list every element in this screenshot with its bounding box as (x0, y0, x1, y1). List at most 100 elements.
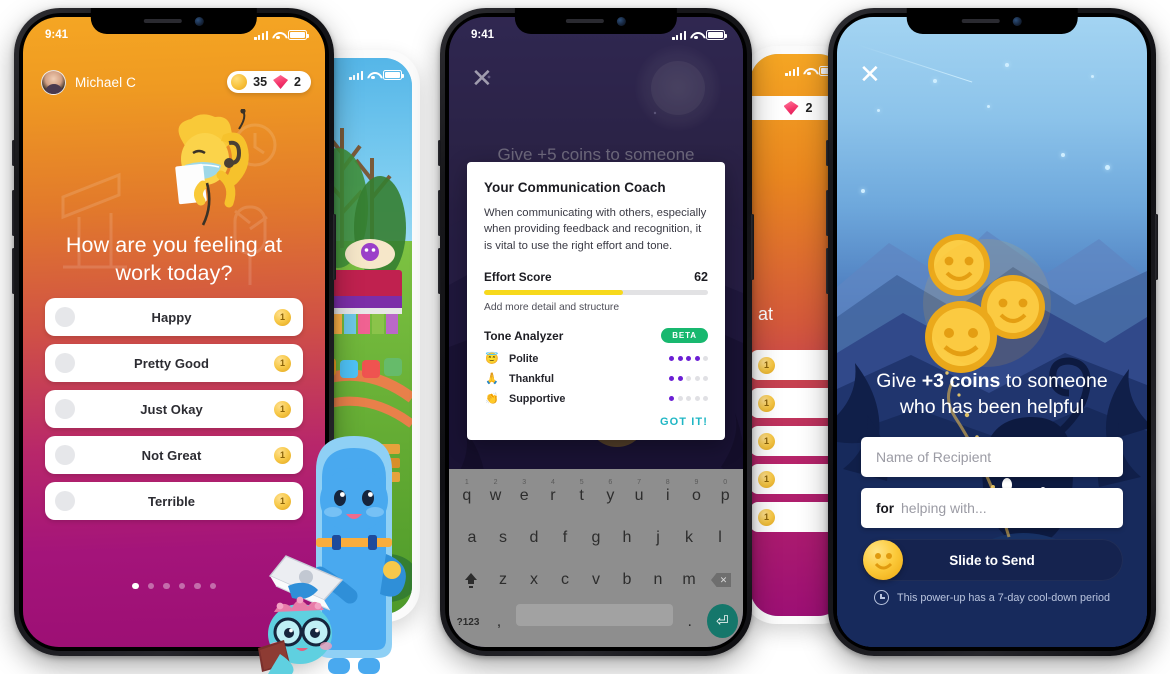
smiley-coin-icon[interactable] (863, 540, 903, 580)
key-j[interactable]: j (644, 520, 672, 556)
tone-rating-dots (669, 356, 708, 362)
key-r[interactable]: 4r (540, 478, 566, 514)
tone-name: Polite (509, 352, 539, 365)
key-f[interactable]: f (551, 520, 579, 556)
enter-key-icon[interactable]: ⏎ (706, 604, 738, 638)
avatar[interactable] (41, 69, 66, 95)
tone-rating-dots (669, 376, 708, 382)
volume-up-button[interactable] (438, 190, 441, 236)
on-screen-keyboard[interactable]: 1q 2w 3e 4r 5t 6y 7u 8i 9o 0p a s d f g (449, 469, 743, 647)
effort-score-value: 62 (694, 270, 708, 285)
mute-switch[interactable] (438, 140, 441, 166)
key-z[interactable]: z (489, 562, 517, 598)
power-button[interactable] (333, 214, 336, 280)
key-x[interactable]: x (520, 562, 548, 598)
volume-up-button[interactable] (12, 190, 15, 236)
keyboard-row-1: 1q 2w 3e 4r 5t 6y 7u 8i 9o 0p (454, 478, 738, 514)
battery-icon (383, 70, 405, 80)
got-it-button[interactable]: GOT IT! (484, 416, 708, 428)
key-b[interactable]: b (613, 562, 641, 598)
coin-reward-badge: 1 (274, 308, 291, 326)
phone-communication-coach: 9:41 ✕ Give +5 coins to someone 1q 2w 3e… (438, 8, 754, 656)
phone-notch (90, 8, 258, 34)
mute-switch[interactable] (12, 140, 15, 166)
key-t[interactable]: 5t (569, 478, 595, 514)
tone-row-thankful: 🙏 Thankful (484, 372, 708, 385)
volume-down-button[interactable] (826, 248, 829, 294)
volume-up-button[interactable] (826, 190, 829, 236)
volume-down-button[interactable] (12, 248, 15, 294)
status-badge: BETA (661, 328, 708, 344)
reason-field[interactable]: for helping with... (861, 488, 1123, 528)
key-q[interactable]: 1q (454, 478, 480, 514)
key-h[interactable]: h (613, 520, 641, 556)
communication-coach-dialog: Your Communication Coach When communicat… (467, 162, 725, 441)
key-d[interactable]: d (520, 520, 548, 556)
page-dot-4[interactable] (178, 582, 185, 589)
key-k[interactable]: k (675, 520, 703, 556)
page-dot-3[interactable] (163, 582, 170, 589)
coin-count: 35 (253, 75, 268, 89)
key-i[interactable]: 8i (655, 478, 681, 514)
key-w[interactable]: 2w (483, 478, 509, 514)
give-coins-form: Name of Recipient for helping with... Sl… (861, 437, 1123, 581)
page-dot-2[interactable] (147, 582, 154, 589)
symbols-key[interactable]: ?123 (454, 604, 482, 640)
key-s[interactable]: s (489, 520, 517, 556)
small-blue-mascot-with-glasses-icon (258, 596, 332, 674)
mood-label: Happy (151, 309, 192, 325)
front-camera (616, 16, 626, 26)
key-g[interactable]: g (582, 520, 610, 556)
cellular-bars-icon (349, 70, 363, 80)
key-e[interactable]: 3e (511, 478, 537, 514)
mood-option-just-okay[interactable]: Just Okay 1 (45, 390, 303, 428)
tone-name: Supportive (509, 392, 566, 405)
mute-switch[interactable] (826, 140, 829, 166)
key-l[interactable]: l (706, 520, 734, 556)
star-icon (987, 105, 990, 108)
cellular-bars-icon (785, 66, 799, 76)
power-button[interactable] (751, 214, 754, 280)
mood-option-happy[interactable]: Happy 1 (45, 298, 303, 336)
key-o[interactable]: 9o (684, 478, 710, 514)
dialog-title: Your Communication Coach (484, 180, 666, 195)
key-p[interactable]: 0p (712, 478, 738, 514)
key-v[interactable]: v (582, 562, 610, 598)
status-time: 9:41 (471, 29, 495, 41)
star-icon (1091, 75, 1094, 78)
slide-to-send-button[interactable]: Slide to Send (861, 539, 1123, 581)
status-time: 9:41 (45, 29, 69, 41)
shift-key-icon[interactable] (456, 562, 486, 598)
volume-down-button[interactable] (438, 248, 441, 294)
key-u[interactable]: 7u (626, 478, 652, 514)
screenshot-stage: 2 at 1 1 1 1 1 9:41 Michael C 35 2 How a… (0, 0, 1170, 674)
close-icon[interactable]: ✕ (471, 65, 493, 91)
slide-to-send-label: Slide to Send (949, 552, 1035, 568)
power-button[interactable] (1155, 214, 1158, 280)
close-icon[interactable]: ✕ (859, 61, 881, 87)
currency-pill[interactable]: 35 2 (227, 71, 311, 93)
user-profile[interactable]: Michael C (41, 69, 136, 95)
clapping-hands-emoji-icon: 👏 (485, 393, 499, 406)
page-dot-1[interactable] (132, 582, 139, 589)
comma-key[interactable]: , (485, 604, 513, 640)
cellular-bars-icon (672, 30, 686, 40)
title-prefix: Give (876, 370, 922, 392)
mood-option-pretty-good[interactable]: Pretty Good 1 (45, 344, 303, 382)
key-m[interactable]: m (675, 562, 703, 598)
space-key[interactable] (516, 604, 673, 626)
key-c[interactable]: c (551, 562, 579, 598)
recipient-field[interactable]: Name of Recipient (861, 437, 1123, 477)
key-n[interactable]: n (644, 562, 672, 598)
page-title: How are you feeling at work today? (65, 233, 283, 285)
key-y[interactable]: 6y (598, 478, 624, 514)
earpiece-speaker (565, 19, 604, 23)
coin-icon (231, 74, 248, 90)
praying-hands-emoji-icon: 🙏 (485, 373, 499, 386)
key-a[interactable]: a (458, 520, 486, 556)
page-dot-5[interactable] (194, 582, 201, 589)
backspace-key-icon[interactable]: ✕ (706, 562, 736, 598)
page-dot-6[interactable] (209, 582, 216, 589)
tone-row-polite: 😇 Polite (484, 352, 708, 365)
period-key[interactable]: . (676, 604, 704, 640)
